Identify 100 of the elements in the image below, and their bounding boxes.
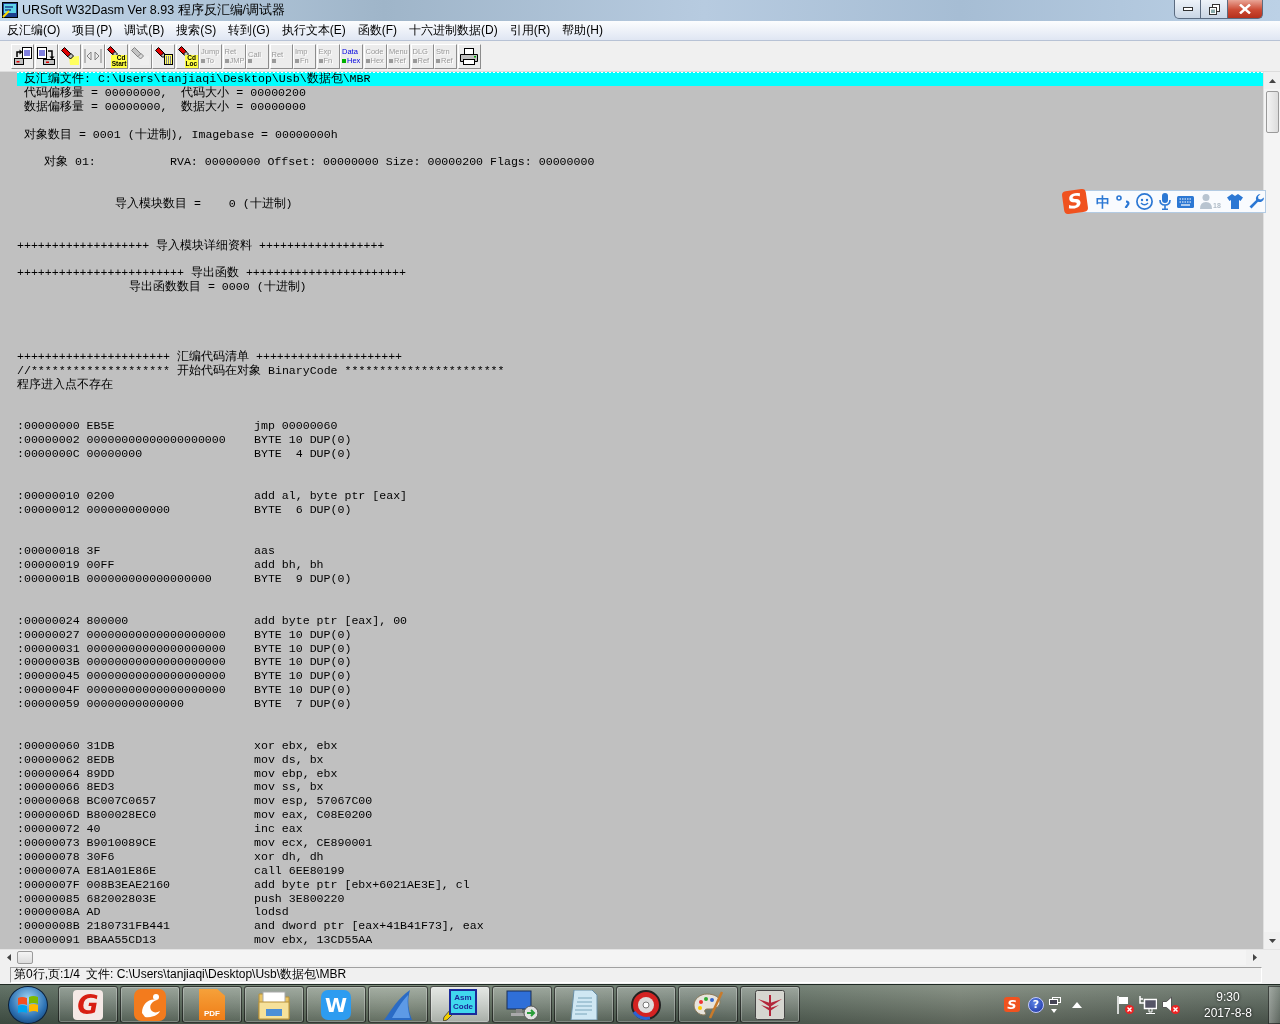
speaker-muted-icon[interactable]: [1162, 995, 1180, 1014]
start-button[interactable]: [8, 985, 48, 1024]
taskbar-button[interactable]: [120, 986, 180, 1023]
listing-text: //******************** 开始代码在对象 BinaryCode ***********************: [17, 363, 505, 378]
palette-icon: [693, 990, 723, 1019]
listing-address-bytes: :0000008A AD: [17, 905, 102, 920]
square-icon: [365, 58, 370, 63]
close-icon: [1239, 4, 1251, 14]
taskbar-button[interactable]: [740, 986, 800, 1023]
help-button[interactable]: ?: [1028, 996, 1044, 1013]
taskbar-button[interactable]: [616, 986, 676, 1023]
taskbar-button[interactable]: W: [306, 986, 366, 1023]
scrollbar-thumb[interactable]: [17, 951, 33, 964]
toolbar-button[interactable]: [34, 43, 58, 69]
app-logo: PDF: [199, 989, 225, 1020]
listing-address-bytes: :00000018 3F: [17, 544, 102, 559]
menu-item[interactable]: 帮助(H): [556, 21, 609, 40]
listing-address-bytes: :0000000C 00000000: [17, 447, 144, 461]
taskbar-button[interactable]: [492, 986, 552, 1023]
toolbar-button[interactable]: [11, 43, 34, 69]
square-icon: [389, 58, 393, 63]
listing-instruction: BYTE 9 DUP(0): [254, 572, 352, 586]
monitor-icon: [506, 989, 538, 1020]
square-icon: [295, 58, 299, 63]
listing-address-bytes: :0000001B 000000000000000000: [17, 572, 213, 586]
listing-instruction: BYTE 10 DUP(0): [254, 655, 352, 670]
listing-text: 程序进入点不存在: [17, 377, 113, 392]
taskbar-button[interactable]: [554, 986, 614, 1023]
restore-button[interactable]: [1201, 0, 1228, 19]
listing-instruction: call 6EE80199: [254, 863, 345, 878]
listing-instruction: BYTE 10 DUP(0): [254, 433, 352, 448]
wrench-icon[interactable]: [1248, 194, 1264, 209]
menu-item[interactable]: 调试(B): [118, 21, 171, 40]
flag-error-icon[interactable]: [1116, 995, 1134, 1014]
taskbar-button[interactable]: PDF: [182, 986, 242, 1023]
listing-instruction: xor ebx, ebx: [254, 738, 338, 753]
ime-mode-toggle[interactable]: 中: [1096, 193, 1110, 210]
listing-text: 对象数目 = 0001 (十进制), Imagebase = 00000000h: [24, 127, 338, 142]
listing-instruction: mov eax, C08E0200: [254, 808, 373, 823]
restore-icon: [1208, 3, 1220, 15]
square-icon: [318, 58, 323, 63]
shirt-icon[interactable]: [1226, 194, 1243, 209]
toolbar-button[interactable]: [457, 43, 481, 69]
listing-instruction: inc eax: [254, 822, 303, 836]
minimize-icon: [1182, 7, 1193, 11]
smiley-icon[interactable]: [1136, 193, 1153, 210]
listing-address-bytes: :0000007A E81A01E86E: [17, 863, 158, 878]
app-logo: Asm Code: [449, 988, 477, 1015]
square-icon: [271, 58, 276, 63]
listing-text: 反汇编文件: C:\Users\tanjiaqi\Desktop\Usb\数据包\MBR: [24, 72, 371, 86]
minimize-button[interactable]: [1174, 0, 1201, 19]
toolbar-button[interactable]: [152, 43, 175, 69]
taskbar-button[interactable]: G: [58, 986, 118, 1023]
keyboard-icon[interactable]: [1177, 195, 1194, 208]
listing-address-bytes: :00000019 00FF: [17, 558, 116, 573]
network-icon[interactable]: [1139, 995, 1157, 1014]
app-logo: G: [73, 989, 103, 1020]
menu-item[interactable]: 反汇编(O): [1, 21, 67, 40]
menu-item[interactable]: 搜索(S): [170, 21, 223, 40]
flashlight-document-icon: [154, 47, 173, 65]
arrows-icon: [84, 48, 102, 64]
ime-tray-logo[interactable]: S: [1004, 997, 1020, 1012]
toolbar-button[interactable]: [58, 43, 81, 69]
taskbar-button[interactable]: [244, 986, 304, 1023]
listing-address-bytes: :00000062 8EDB: [17, 752, 116, 767]
triangle-up-icon[interactable]: [1072, 1001, 1082, 1008]
listing-address-bytes: :00000078 30F6: [17, 849, 116, 864]
clock-time[interactable]: 9:30: [1216, 988, 1240, 1005]
menu-item[interactable]: 执行文本(E): [275, 21, 352, 40]
show-desktop-button[interactable]: [1268, 985, 1280, 1024]
menu-item[interactable]: 转到(G): [222, 21, 276, 40]
listing-address-bytes: :00000059 00000000000000: [17, 697, 185, 711]
close-button[interactable]: [1228, 0, 1263, 19]
listing-address-bytes: :00000072 40: [17, 822, 102, 836]
listing-instruction: mov ebx, 13CD55AA: [254, 933, 373, 948]
listing-instruction: jmp 00000060: [254, 419, 338, 434]
listing-instruction: BYTE 7 DUP(0): [254, 697, 352, 711]
listing-address-bytes: :00000060 31DB: [17, 738, 116, 753]
menu-item[interactable]: 项目(P): [66, 21, 119, 40]
listing-address-bytes: :0000007F 008B3EAE2160: [17, 877, 172, 892]
taskbar-button[interactable]: [368, 986, 428, 1023]
listing-address-bytes: :00000068 BC007C0657: [17, 794, 158, 809]
square-icon: [412, 58, 417, 63]
listing-instruction: BYTE 10 DUP(0): [254, 641, 352, 656]
taskbar-button[interactable]: Asm Code: [430, 986, 490, 1023]
menu-item[interactable]: 引用(R): [503, 21, 557, 40]
listing-instruction: mov ss, bx: [254, 780, 324, 795]
listing-address-bytes: :00000064 89DD: [17, 766, 116, 781]
status-file: 文件: C:\Users\tanjiaqi\Desktop\Usb\数据包\MBR: [86, 966, 347, 983]
clock-date[interactable]: 2017-8-8: [1203, 1004, 1252, 1021]
listing-address-bytes: :00000031 00000000000000000000: [17, 641, 227, 656]
windows-arrow-icon[interactable]: [1049, 996, 1061, 1013]
scrollbar-thumb[interactable]: [1265, 91, 1279, 133]
menu-item[interactable]: 函数(F): [351, 21, 403, 40]
listing-instruction: add byte ptr [eax], 00: [254, 613, 408, 628]
punctuation-icon[interactable]: [1116, 195, 1130, 208]
listing-text: 导出函数数目 = 0000 (十进制): [129, 280, 307, 295]
menu-item[interactable]: 十六进制数据(D): [403, 21, 504, 40]
taskbar-button[interactable]: [678, 986, 738, 1023]
microphone-icon[interactable]: [1159, 193, 1171, 210]
